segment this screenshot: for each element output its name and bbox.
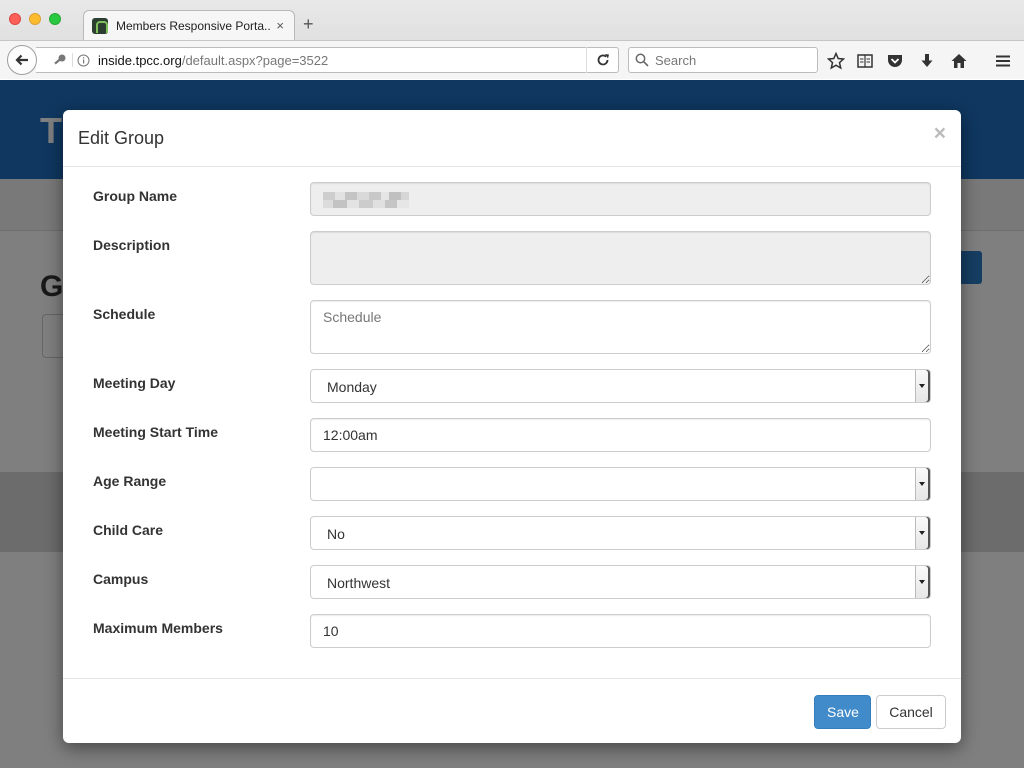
tab-close-icon[interactable]: × xyxy=(276,18,284,33)
home-icon[interactable] xyxy=(949,51,969,71)
download-icon[interactable] xyxy=(917,51,937,71)
meeting-start-time-label: Meeting Start Time xyxy=(93,424,218,440)
modal-footer: Save Cancel xyxy=(63,678,961,743)
close-window-button[interactable] xyxy=(9,13,21,25)
chevron-down-icon[interactable] xyxy=(915,517,930,549)
search-bar[interactable] xyxy=(628,47,818,73)
age-range-select[interactable] xyxy=(310,467,931,501)
description-label: Description xyxy=(93,237,171,253)
url-path: /default.aspx?page=3522 xyxy=(181,52,329,68)
chevron-down-icon[interactable] xyxy=(915,468,930,500)
search-input[interactable] xyxy=(655,52,805,68)
close-icon[interactable]: × xyxy=(934,123,946,144)
url-host: inside.tpcc.org xyxy=(98,52,182,68)
schedule-label: Schedule xyxy=(93,306,156,322)
menu-icon[interactable] xyxy=(993,51,1013,71)
edit-group-modal: Edit Group × Group Name Description Sche… xyxy=(63,110,961,743)
new-tab-button[interactable]: + xyxy=(303,14,314,35)
url-bar[interactable]: inside.tpcc.org/default.aspx?page=3522 xyxy=(36,47,619,73)
key-icon[interactable] xyxy=(48,53,72,67)
star-icon[interactable] xyxy=(826,51,846,71)
age-range-label: Age Range xyxy=(93,473,167,489)
site-favicon-icon xyxy=(92,17,108,34)
info-icon[interactable] xyxy=(72,53,90,67)
group-name-input xyxy=(310,182,931,216)
save-button[interactable]: Save xyxy=(814,695,871,729)
meeting-day-label: Meeting Day xyxy=(93,375,176,391)
search-icon xyxy=(635,53,649,67)
child-care-select[interactable]: No xyxy=(310,516,931,550)
pocket-icon[interactable] xyxy=(885,51,905,71)
zoom-window-button[interactable] xyxy=(49,13,61,25)
campus-select[interactable]: Northwest xyxy=(310,565,931,599)
back-button[interactable] xyxy=(7,45,37,75)
campus-value: Northwest xyxy=(327,575,391,591)
cancel-button[interactable]: Cancel xyxy=(876,695,946,729)
chevron-down-icon[interactable] xyxy=(915,566,930,598)
modal-body: Group Name Description Schedule Meeting … xyxy=(63,167,961,678)
child-care-label: Child Care xyxy=(93,522,164,538)
redacted-group-name xyxy=(323,192,409,208)
browser-chrome: Members Responsive Porta... × + inside.t… xyxy=(0,0,1024,79)
maximum-members-input[interactable] xyxy=(310,614,931,648)
back-arrow-icon xyxy=(15,54,28,66)
url-text[interactable]: inside.tpcc.org/default.aspx?page=3522 xyxy=(98,53,586,68)
group-name-label: Group Name xyxy=(93,188,178,204)
tab-title: Members Responsive Porta... xyxy=(116,18,271,33)
navigation-toolbar: inside.tpcc.org/default.aspx?page=3522 xyxy=(0,40,1024,79)
meeting-day-select[interactable]: Monday xyxy=(310,369,931,403)
browser-tab[interactable]: Members Responsive Porta... × xyxy=(83,10,295,40)
child-care-value: No xyxy=(327,526,345,542)
modal-title: Edit Group xyxy=(78,128,165,148)
description-textarea xyxy=(310,231,931,285)
campus-label: Campus xyxy=(93,571,149,587)
reading-list-icon[interactable] xyxy=(855,51,875,71)
minimize-window-button[interactable] xyxy=(29,13,41,25)
maximum-members-label: Maximum Members xyxy=(93,620,223,636)
meeting-start-time-input[interactable] xyxy=(310,418,931,452)
schedule-textarea[interactable] xyxy=(310,300,931,354)
meeting-day-value: Monday xyxy=(327,379,377,395)
modal-header: Edit Group × xyxy=(63,110,961,167)
chevron-down-icon[interactable] xyxy=(915,370,930,402)
reload-icon[interactable] xyxy=(586,47,618,73)
